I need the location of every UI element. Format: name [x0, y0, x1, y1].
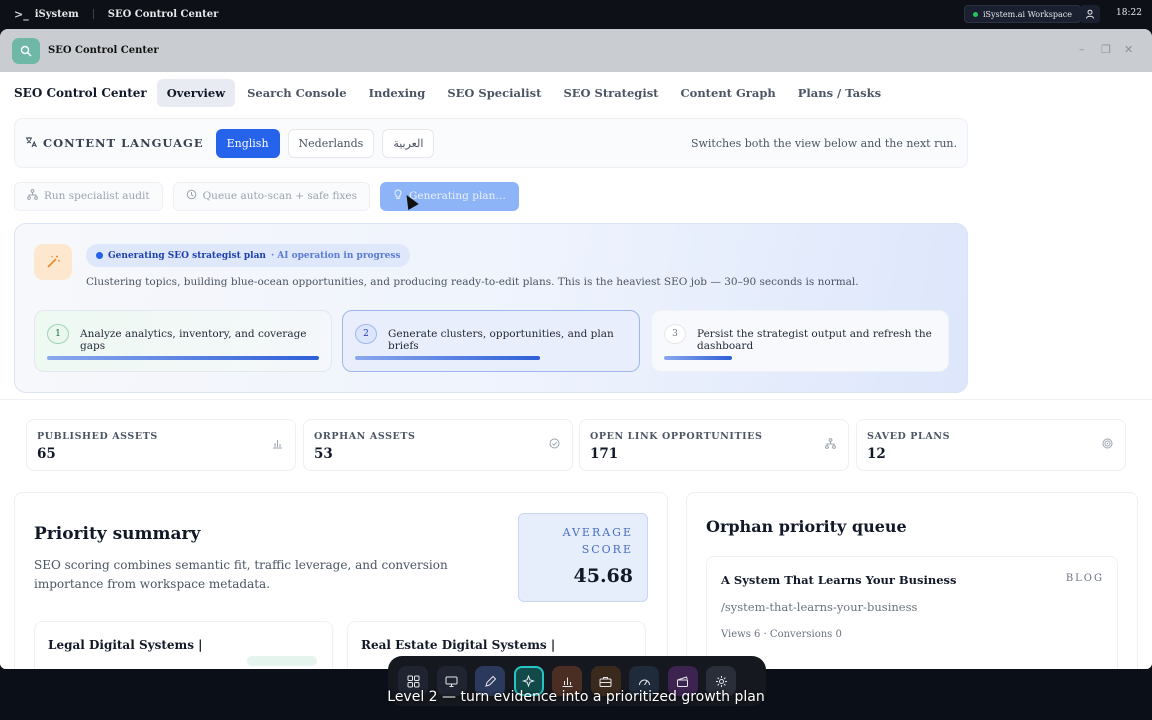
step-number: 1 [47, 324, 69, 344]
language-option-arabic[interactable]: العربية [382, 128, 435, 158]
content-language-bar: CONTENT LANGUAGE English Nederlands العر… [14, 118, 968, 168]
system-brand: iSystem [34, 8, 79, 20]
priority-summary-description: SEO scoring combines semantic fit, traff… [34, 558, 448, 591]
status-dot-icon [973, 11, 978, 17]
clock-icon [186, 189, 197, 203]
step-label: Generate clusters, opportunities, and pl… [388, 328, 614, 352]
run-specialist-audit-button[interactable]: Run specialist audit [14, 181, 163, 211]
tab-plans-tasks[interactable]: Plans / Tasks [788, 79, 891, 107]
step-progress-bar [664, 356, 732, 360]
tab-search-console[interactable]: Search Console [237, 79, 357, 107]
priority-card-title: Legal Digital Systems | [48, 638, 203, 652]
orphan-item-meta: Views 6 · Conversions 0 [721, 629, 842, 640]
priority-summary-title: Priority summary [34, 524, 201, 544]
terminal-logo-icon: >_ [14, 7, 29, 21]
generation-status-badge: Generating SEO strategist plan · AI oper… [86, 244, 411, 267]
system-topbar: >_ iSystem SEO Control Center iSystem.ai… [0, 0, 1152, 28]
user-icon[interactable] [1080, 5, 1100, 23]
run-specialist-audit-label: Run specialist audit [44, 190, 150, 202]
generation-step-1: 1 Analyze analytics, inventory, and cove… [34, 310, 332, 372]
priority-summary-card: Priority summary SEO scoring combines se… [14, 492, 668, 669]
close-icon[interactable]: ✕ [1124, 43, 1133, 56]
app-window: SEO Control Center – ❐ ✕ SEO Control Cen… [0, 29, 1152, 669]
orphan-priority-queue: Orphan priority queue A System That Lear… [686, 492, 1138, 669]
step-label: Persist the strategist output and refres… [697, 328, 932, 352]
content-language-label: CONTENT LANGUAGE [43, 136, 204, 150]
check-circle-icon [549, 438, 560, 452]
active-app-title: SEO Control Center [107, 8, 219, 20]
section-divider [0, 399, 1152, 400]
search-icon [12, 37, 40, 64]
page-title: SEO Control Center [14, 86, 147, 100]
stat-label: SAVED PLANS [867, 431, 951, 442]
window-title: SEO Control Center [48, 45, 159, 56]
target-icon [1102, 438, 1113, 452]
average-score-label: AVERAGE SCORE [562, 526, 633, 556]
step-label: Analyze analytics, inventory, and covera… [80, 328, 307, 352]
generation-step-3: 3 Persist the strategist output and refr… [651, 310, 949, 372]
orphan-item-title: A System That Learns Your Business [721, 573, 957, 587]
tab-overview[interactable]: Overview [156, 79, 236, 107]
minimize-icon[interactable]: – [1079, 43, 1085, 56]
translate-icon [25, 136, 37, 151]
stat-value: 171 [590, 446, 619, 462]
stat-open-link-opportunities[interactable]: OPEN LINK OPPORTUNITIES 171 [579, 419, 849, 471]
workspace-name: iSystem.ai Workspace [983, 9, 1072, 19]
main-tabs: SEO Control Center Overview Search Conso… [0, 72, 1152, 114]
action-buttons: Run specialist audit Queue auto-scan + s… [14, 181, 529, 211]
stat-label: ORPHAN ASSETS [314, 431, 416, 442]
language-option-dutch[interactable]: Nederlands [287, 128, 375, 158]
tab-content-graph[interactable]: Content Graph [671, 79, 786, 107]
magic-wand-icon [34, 244, 72, 280]
step-progress-bar [355, 356, 540, 360]
generation-step-2: 2 Generate clusters, opportunities, and … [342, 310, 640, 372]
workspace-switcher[interactable]: iSystem.ai Workspace [964, 5, 1081, 23]
video-caption: Level 2 — turn evidence into a prioritiz… [387, 689, 765, 705]
network-icon [27, 189, 38, 203]
priority-card-legal[interactable]: Legal Digital Systems | [34, 621, 333, 669]
generation-title: Generating SEO strategist plan [108, 250, 266, 261]
generation-subtitle: · AI operation in progress [270, 250, 401, 261]
tab-seo-strategist[interactable]: SEO Strategist [553, 79, 668, 107]
generation-progress-panel: Generating SEO strategist plan · AI oper… [14, 223, 968, 393]
stat-value: 12 [867, 446, 886, 462]
window-titlebar: SEO Control Center – ❐ ✕ [0, 29, 1152, 72]
step-number: 2 [355, 324, 377, 344]
bar-chart-icon [272, 438, 283, 452]
generating-plan-button[interactable]: Generating plan… [379, 181, 519, 211]
orphan-item-tag: BLOG [1065, 573, 1104, 584]
average-score-value: 45.68 [573, 565, 634, 587]
stat-label: PUBLISHED ASSETS [37, 431, 158, 442]
app-content: SEO Control Center Overview Search Conso… [0, 72, 1152, 669]
queue-auto-scan-button[interactable]: Queue auto-scan + safe fixes [172, 181, 370, 211]
network-icon [825, 438, 836, 452]
step-number: 3 [664, 324, 686, 344]
tab-seo-specialist[interactable]: SEO Specialist [437, 79, 551, 107]
priority-card-badge [247, 656, 317, 666]
maximize-icon[interactable]: ❐ [1101, 43, 1111, 56]
orphan-queue-title: Orphan priority queue [706, 517, 907, 536]
status-dot-icon [96, 252, 103, 259]
language-option-english[interactable]: English [215, 128, 280, 158]
generation-description: Clustering topics, building blue-ocean o… [86, 276, 859, 288]
stat-orphan-assets[interactable]: ORPHAN ASSETS 53 [303, 419, 573, 471]
queue-auto-scan-label: Queue auto-scan + safe fixes [202, 190, 357, 202]
stat-value: 65 [37, 446, 56, 462]
stats-row: PUBLISHED ASSETS 65 ORPHAN ASSETS 53 OPE… [26, 419, 1126, 471]
orphan-item-path: /system-that-learns-your-business [721, 600, 918, 614]
lightbulb-icon [393, 189, 403, 203]
orphan-queue-item[interactable]: A System That Learns Your Business BLOG … [706, 556, 1118, 669]
priority-card-title: Real Estate Digital Systems | [361, 638, 556, 652]
topbar-divider [92, 9, 94, 19]
stat-label: OPEN LINK OPPORTUNITIES [590, 431, 763, 442]
tab-indexing[interactable]: Indexing [359, 79, 436, 107]
language-note: Switches both the view below and the nex… [690, 137, 957, 150]
average-score-box: AVERAGE SCORE 45.68 [518, 513, 648, 602]
stat-saved-plans[interactable]: SAVED PLANS 12 [856, 419, 1126, 471]
generating-plan-label: Generating plan… [408, 190, 506, 202]
step-progress-bar [47, 356, 319, 360]
stat-value: 53 [314, 446, 333, 462]
stat-published-assets[interactable]: PUBLISHED ASSETS 65 [26, 419, 296, 471]
system-clock: 18:22 [1116, 8, 1142, 18]
